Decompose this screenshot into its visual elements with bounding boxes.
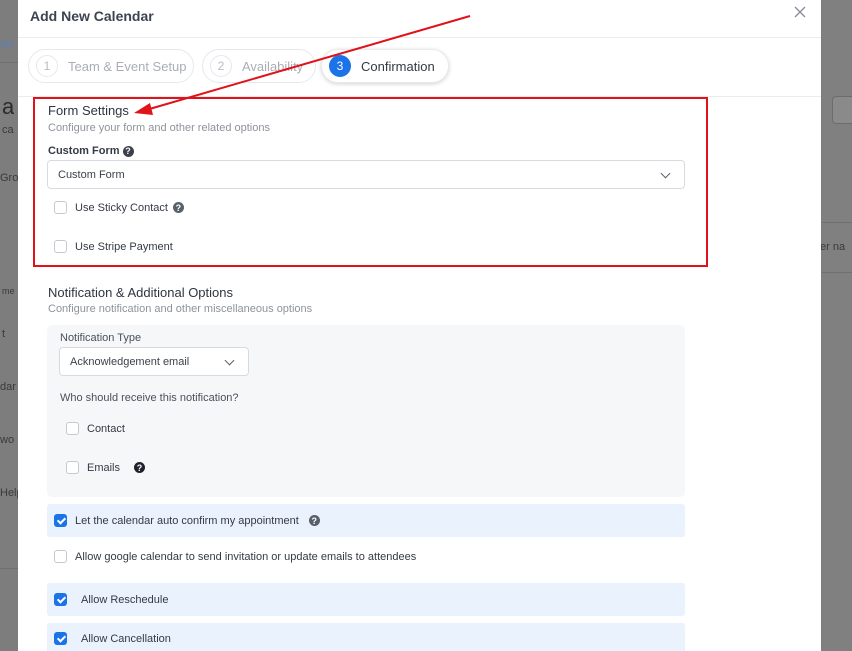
step-team-event-setup[interactable]: 1 Team & Event Setup: [28, 49, 194, 83]
step-label: Availability: [242, 58, 304, 74]
notification-subtitle: Configure notification and other miscell…: [48, 303, 313, 315]
step-number: 3: [329, 55, 351, 77]
bg-divider: [0, 568, 18, 569]
bg-sub-fragment: ca: [2, 124, 14, 136]
bg-right-button: [832, 96, 852, 124]
step-label: Team & Event Setup: [68, 58, 187, 74]
bg-divider: [822, 272, 852, 273]
auto-confirm-option[interactable]: Let the calendar auto confirm my appoint…: [54, 514, 320, 527]
emails-label: Emails: [87, 461, 121, 474]
bg-divider: [822, 222, 852, 223]
step-number: 1: [36, 55, 58, 77]
notification-type-label: Notification Type: [60, 332, 142, 344]
allow-reschedule-checkbox[interactable]: [54, 593, 67, 606]
contact-checkbox[interactable]: [66, 422, 79, 435]
bg-row-2: dar: [0, 381, 16, 393]
notification-title: Notification & Additional Options: [48, 285, 233, 300]
auto-confirm-label: Let the calendar auto confirm my appoint…: [75, 514, 299, 527]
bg-col-fragment: me: [2, 286, 15, 296]
google-invite-option[interactable]: Allow google calendar to send invitation…: [54, 550, 416, 563]
google-invite-checkbox[interactable]: [54, 550, 67, 563]
allow-cancellation-option[interactable]: Allow Cancellation: [54, 632, 171, 645]
bg-row-3: wo: [0, 434, 15, 446]
allow-cancellation-label: Allow Cancellation: [81, 632, 171, 645]
help-icon[interactable]: ?: [134, 462, 146, 473]
bg-tab-fragment: ale: [0, 38, 15, 50]
recipients-label: Who should receive this notification?: [60, 392, 239, 404]
close-icon[interactable]: [792, 4, 808, 20]
allow-cancellation-checkbox[interactable]: [54, 632, 67, 645]
contact-recipient-option[interactable]: Contact: [66, 422, 125, 435]
chevron-down-icon: [224, 355, 235, 366]
emails-checkbox[interactable]: [66, 461, 79, 474]
step-availability[interactable]: 2 Availability: [202, 49, 316, 83]
header-divider: [18, 37, 821, 38]
annotation-highlight-box: [33, 97, 708, 267]
help-icon[interactable]: ?: [308, 515, 320, 526]
allow-reschedule-label: Allow Reschedule: [81, 593, 169, 606]
google-invite-label: Allow google calendar to send invitation…: [75, 550, 417, 563]
bg-divider: [0, 62, 18, 63]
modal-title: Add New Calendar: [30, 8, 154, 24]
emails-recipient-option[interactable]: Emails ?: [66, 461, 146, 474]
contact-label: Contact: [87, 422, 125, 435]
step-label: Confirmation: [361, 58, 435, 74]
step-confirmation[interactable]: 3 Confirmation: [321, 49, 449, 83]
allow-reschedule-option[interactable]: Allow Reschedule: [54, 593, 168, 606]
notification-type-value: Acknowledgement email: [70, 355, 190, 368]
bg-row-1: t: [2, 328, 6, 340]
notification-type-select[interactable]: Acknowledgement email: [59, 347, 249, 376]
bg-right-col-fragment: er na: [820, 241, 846, 253]
step-number: 2: [210, 55, 232, 77]
auto-confirm-checkbox[interactable]: [54, 514, 67, 527]
bg-heading-fragment: a: [2, 94, 15, 119]
